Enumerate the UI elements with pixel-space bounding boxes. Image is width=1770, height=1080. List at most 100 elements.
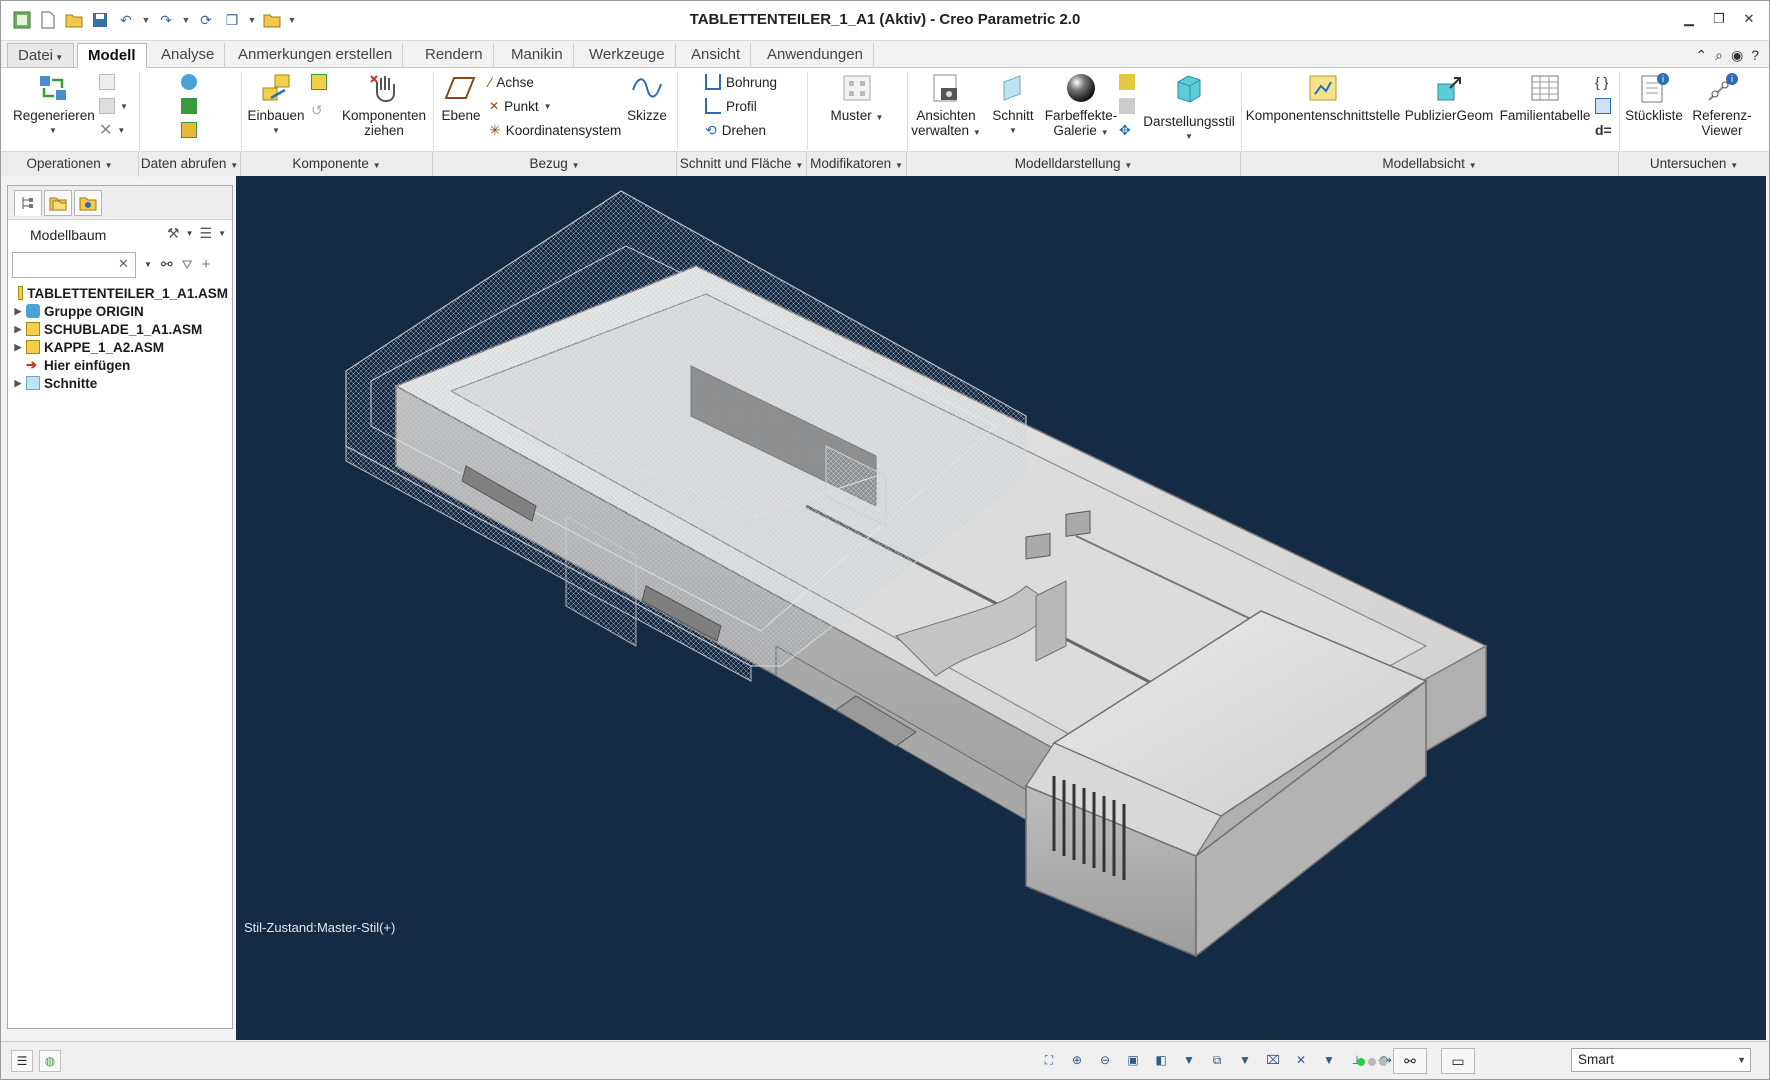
create-component-button[interactable] (311, 72, 327, 92)
search-history-dropdown-icon[interactable]: ▼ (144, 260, 152, 269)
delete-button[interactable]: ✕ ▼ (99, 120, 125, 140)
assembly-model-render[interactable]: Stil-Zustand:Master-Stil(+) (236, 176, 1766, 1040)
selection-box-button[interactable]: ▭ (1441, 1048, 1475, 1074)
favorites-tab-icon[interactable] (74, 190, 102, 216)
daten-abrufen-button-2[interactable] (181, 96, 197, 116)
minimize-icon[interactable]: ▁ (1679, 9, 1699, 29)
show-dropdown-icon[interactable]: ▼ (218, 229, 226, 238)
view-manager-icon[interactable]: ⌧ (1263, 1050, 1283, 1070)
folder-browser-tab-icon[interactable] (44, 190, 72, 216)
display-option-2[interactable] (1119, 96, 1135, 116)
relations-button[interactable]: { } (1595, 72, 1608, 92)
show-icon[interactable]: ☰ (200, 225, 213, 242)
search-icon[interactable]: ⌕ (1715, 47, 1723, 64)
group-komponente[interactable]: Komponente ▼ (241, 152, 433, 177)
zoom-in-icon[interactable]: ⊕ (1067, 1050, 1087, 1070)
repaint-icon[interactable]: ▣ (1123, 1050, 1143, 1070)
tree-expander[interactable]: ▶ (12, 306, 24, 317)
tab-analyse[interactable]: Analyse (151, 43, 226, 68)
selection-filter-dropdown[interactable]: Smart ▼ (1571, 1048, 1751, 1072)
referenz-viewer-button[interactable]: i Referenz- Viewer (1689, 72, 1755, 138)
einbauen-button[interactable]: Einbauen ▼ (245, 72, 307, 138)
model-tree-tab-icon[interactable] (14, 190, 42, 216)
skizze-button[interactable]: Skizze (623, 72, 671, 123)
find-binoculars-icon[interactable]: ⚯ (161, 256, 173, 273)
profil-button[interactable]: Profil (705, 96, 757, 116)
add-icon[interactable]: + (202, 256, 211, 273)
graphics-viewport[interactable]: Stil-Zustand:Master-Stil(+) (236, 176, 1766, 1040)
tree-expander[interactable]: ▶ (12, 378, 24, 389)
datum-display-icon[interactable]: ✕ (1291, 1050, 1311, 1070)
tab-anmerkungen-erstellen[interactable]: Anmerkungen erstellen (228, 43, 404, 68)
orientation-dropdown-icon[interactable]: ▼ (1179, 1050, 1199, 1070)
orientation-icon[interactable]: ◧ (1151, 1050, 1171, 1070)
tree-item-gruppe-origin[interactable]: ▶ Gruppe ORIGIN (12, 302, 228, 320)
find-button[interactable]: ⚯ (1393, 1048, 1427, 1074)
tree-item-schublade[interactable]: ▶ SCHUBLADE_1_A1.ASM (12, 320, 228, 338)
filter-icon[interactable]: ⛛ (182, 257, 193, 273)
collapse-ribbon-icon[interactable]: ⌃ (1695, 47, 1707, 64)
darstellungsstil-button[interactable]: Darstellungsstil ▼ (1139, 72, 1239, 144)
achse-button[interactable]: ⁄ Achse (489, 72, 534, 92)
bohrung-button[interactable]: Bohrung (705, 72, 777, 92)
tree-item-assembly-root[interactable]: TABLETTENTEILER_1_A1.ASM (12, 284, 228, 302)
display-option-1[interactable] (1119, 72, 1135, 92)
display-option-3[interactable]: ✥ (1119, 120, 1131, 140)
tree-expander[interactable]: ▶ (12, 324, 24, 335)
ansichten-verwalten-button[interactable]: Ansichten verwalten ▼ (911, 72, 981, 140)
punkt-button[interactable]: ✕ Punkt ▼ (489, 96, 552, 116)
toggle-navigator-icon[interactable]: ☰ (11, 1050, 33, 1072)
schnitt-button[interactable]: Schnitt ▼ (985, 72, 1041, 138)
saved-views-icon[interactable]: ⧉ (1207, 1050, 1227, 1070)
toggle-browser-icon[interactable]: ◍ (39, 1050, 61, 1072)
daten-abrufen-button-3[interactable] (181, 120, 197, 140)
koordinatensystem-button[interactable]: ✳ Koordinatensystem (489, 120, 621, 140)
switch-dimensions-button[interactable]: d= (1595, 120, 1612, 140)
refit-icon[interactable]: ⛶ (1039, 1050, 1059, 1070)
close-icon[interactable]: ✕ (1739, 9, 1759, 29)
copy-button[interactable] (99, 72, 115, 92)
help-icon[interactable]: ? (1751, 47, 1759, 64)
tab-manikin[interactable]: Manikin (501, 43, 574, 68)
zoom-out-icon[interactable]: ⊖ (1095, 1050, 1115, 1070)
ebene-button[interactable]: Ebene (437, 72, 485, 123)
tab-ansicht[interactable]: Ansicht (681, 43, 752, 68)
publiziergeom-button[interactable]: PublizierGeom (1403, 72, 1495, 123)
settings-icon[interactable]: ⚒ (167, 225, 180, 242)
settings-dropdown-icon[interactable]: ▼ (186, 229, 194, 238)
paste-button[interactable]: ▼ (99, 96, 128, 116)
tab-rendern[interactable]: Rendern (415, 43, 494, 68)
group-modifikatoren[interactable]: Modifikatoren ▼ (807, 152, 907, 177)
restore-icon[interactable]: ❐ (1709, 9, 1729, 29)
tab-datei[interactable]: Datei ▼ (7, 43, 75, 68)
group-untersuchen[interactable]: Untersuchen ▼ (1619, 152, 1769, 177)
parameters-button[interactable] (1595, 96, 1611, 116)
tree-item-hier-einfuegen[interactable]: ➔ Hier einfügen (12, 356, 228, 374)
tree-item-schnitte[interactable]: ▶ Schnitte (12, 374, 228, 392)
daten-abrufen-button-1[interactable] (181, 72, 197, 92)
community-icon[interactable]: ◉ (1731, 47, 1743, 64)
group-schnitt-und-flaeche[interactable]: Schnitt und Fläche ▼ (677, 152, 807, 177)
tree-item-kappe[interactable]: ▶ KAPPE_1_A2.ASM (12, 338, 228, 356)
group-daten-abrufen[interactable]: Daten abrufen ▼ (139, 152, 241, 177)
clear-search-icon[interactable]: ✕ (118, 256, 129, 272)
stueckliste-button[interactable]: i Stückliste (1621, 72, 1687, 123)
tab-modell[interactable]: Modell (77, 43, 147, 68)
regenerieren-button[interactable]: Regenerieren ▼ (13, 72, 95, 138)
tab-anwendungen[interactable]: Anwendungen (757, 43, 874, 68)
tree-expander[interactable]: ▶ (12, 342, 24, 353)
group-modellabsicht[interactable]: Modellabsicht ▼ (1241, 152, 1619, 177)
drehen-button[interactable]: ⟲ Drehen (705, 120, 766, 140)
muster-button[interactable]: Muster ▼ (819, 72, 895, 125)
farbeffekte-galerie-button[interactable]: Farbeffekte- Galerie ▼ (1043, 72, 1119, 140)
repeat-button[interactable]: ↺ (311, 100, 323, 120)
group-modelldarstellung[interactable]: Modelldarstellung ▼ (907, 152, 1241, 177)
datum-display-dropdown-icon[interactable]: ▼ (1319, 1050, 1339, 1070)
tab-werkzeuge[interactable]: Werkzeuge (579, 43, 676, 68)
komponenten-ziehen-button[interactable]: Komponenten ziehen (339, 72, 429, 138)
familientabelle-button[interactable]: Familientabelle (1497, 72, 1593, 123)
group-bezug[interactable]: Bezug ▼ (433, 152, 677, 177)
group-operationen[interactable]: Operationen ▼ (1, 152, 139, 177)
komponentenschnittstelle-button[interactable]: Komponentenschnittstelle (1245, 72, 1401, 123)
saved-views-dropdown-icon[interactable]: ▼ (1235, 1050, 1255, 1070)
